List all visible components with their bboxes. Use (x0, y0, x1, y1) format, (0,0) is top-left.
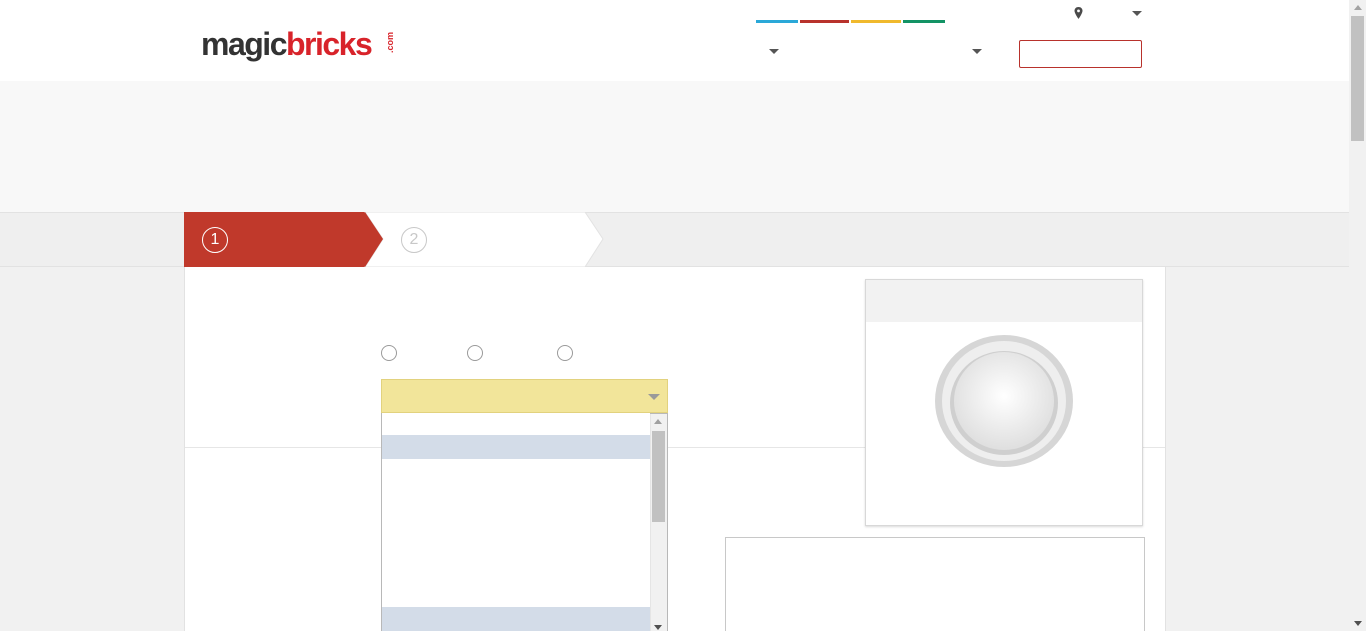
nav-accent-bar-red (800, 20, 849, 23)
nav-accent-bar-blue (756, 20, 798, 23)
listbox-scroll-thumb[interactable] (652, 431, 665, 522)
nav-dropdown-chevron-down-icon[interactable] (769, 49, 779, 54)
option-radio-1[interactable] (381, 345, 397, 361)
scroll-up-arrow-icon[interactable] (654, 419, 662, 424)
logo-text-magic: magic (201, 26, 287, 62)
logo-text-com: .com (385, 32, 396, 54)
nav-accent-bar-green (903, 20, 945, 23)
nav-dropdown-2-chevron-down-icon[interactable] (972, 49, 982, 54)
location-pin-icon[interactable] (1074, 7, 1083, 19)
property-type-select[interactable] (381, 379, 668, 413)
step-1-number: 1 (202, 227, 228, 253)
photo-upload-button[interactable] (934, 334, 1074, 468)
description-textarea[interactable] (725, 537, 1145, 631)
list-item[interactable] (382, 413, 650, 435)
step-indicator (184, 212, 604, 268)
post-property-button[interactable] (1019, 40, 1142, 68)
scroll-down-arrow-icon[interactable] (654, 625, 662, 630)
page-scroll-down-icon[interactable] (1354, 621, 1362, 626)
list-item-highlighted[interactable] (382, 435, 650, 459)
step-2-number: 2 (401, 227, 427, 253)
city-selector-chevron-down-icon[interactable] (1132, 11, 1142, 16)
photo-panel-header (866, 280, 1142, 322)
nav-accent-bar-yellow (851, 20, 901, 23)
select-chevron-down-icon[interactable] (648, 394, 660, 400)
banner-area (0, 81, 1349, 212)
option-radio-2[interactable] (467, 345, 483, 361)
logo-text-bricks: bricks (285, 26, 373, 62)
option-radio-3[interactable] (557, 345, 573, 361)
page-scroll-up-icon[interactable] (1354, 5, 1362, 10)
page-scroll-thumb[interactable] (1351, 16, 1364, 141)
list-item-highlighted[interactable] (382, 607, 650, 631)
magicbricks-logo[interactable]: magicbricks .com (201, 26, 408, 66)
